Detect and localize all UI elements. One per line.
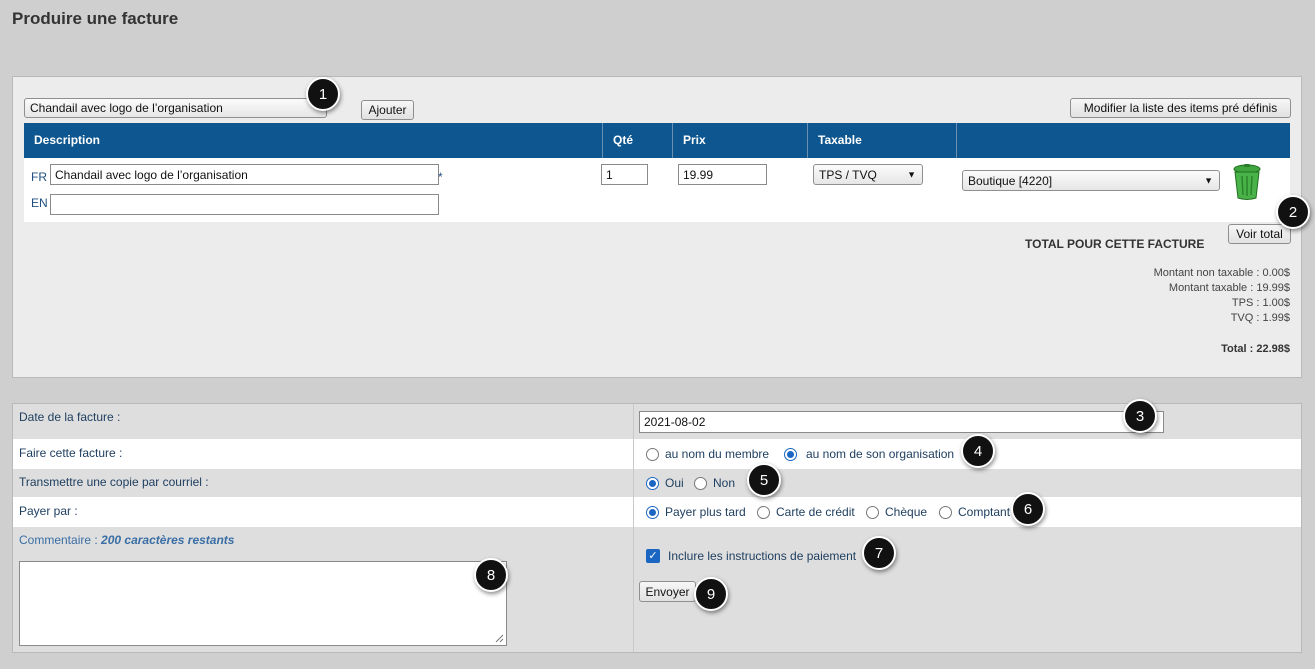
- price-input[interactable]: 19.99: [678, 164, 767, 185]
- radio-email-no-label[interactable]: Non: [713, 476, 735, 490]
- account-select-value: Boutique [4220]: [968, 173, 1053, 188]
- table-row: FR Chandail avec logo de l’organisation …: [24, 158, 1290, 222]
- invoice-date-input[interactable]: 2021-08-02: [639, 411, 1164, 433]
- callout-7: 7: [862, 536, 896, 570]
- column-divider: [633, 404, 634, 652]
- amount-taxable: Montant taxable : 19.99$: [1168, 282, 1290, 294]
- page-title: Produire une facture: [12, 9, 179, 28]
- callout-9: 9: [694, 577, 728, 611]
- comment-textarea[interactable]: [19, 561, 507, 646]
- required-marker: *: [438, 170, 443, 184]
- date-label: Date de la facture :: [19, 410, 121, 424]
- items-table-header: Description Qté Prix Taxable: [24, 123, 1290, 158]
- total-title: TOTAL POUR CETTE FACTURE: [1025, 237, 1205, 251]
- callout-8: 8: [474, 558, 508, 592]
- radio-credit-card-label[interactable]: Carte de crédit: [776, 505, 855, 519]
- amount-tps: TPS : 1.00$: [1231, 297, 1290, 309]
- lang-label-en: EN: [31, 196, 48, 210]
- radio-pay-later-label[interactable]: Payer plus tard: [665, 505, 746, 519]
- radio-credit-card[interactable]: [757, 506, 770, 519]
- radio-email-no[interactable]: [694, 477, 707, 490]
- chevron-down-icon: ▼: [907, 169, 916, 179]
- callout-5: 5: [747, 463, 781, 497]
- header-account: [956, 123, 1290, 158]
- radio-pay-later[interactable]: [646, 506, 659, 519]
- include-instructions-label[interactable]: Inclure les instructions de paiement: [668, 549, 856, 563]
- amount-non-taxable: Montant non taxable : 0.00$: [1153, 267, 1290, 279]
- predefined-item-select[interactable]: Chandail avec logo de l’organisation: [24, 98, 327, 118]
- radio-email-yes[interactable]: [646, 477, 659, 490]
- radio-organisation[interactable]: [784, 448, 797, 461]
- invoice-options-panel: Date de la facture : 2021-08-02 Faire ce…: [12, 403, 1302, 653]
- email-copy-label: Transmettre une copie par courriel :: [19, 475, 209, 489]
- callout-3: 3: [1123, 399, 1157, 433]
- account-select[interactable]: Boutique [4220] ▼: [962, 170, 1220, 191]
- chevron-down-icon: ▼: [1204, 175, 1213, 185]
- qty-input[interactable]: 1: [601, 164, 648, 185]
- header-taxable: Taxable: [807, 123, 956, 158]
- description-en-input[interactable]: [50, 194, 439, 215]
- submit-button[interactable]: Envoyer: [639, 581, 696, 602]
- predefined-item-select-value: Chandail avec logo de l’organisation: [30, 101, 223, 115]
- callout-1: 1: [306, 77, 340, 111]
- radio-cash[interactable]: [939, 506, 952, 519]
- pay-by-label: Payer par :: [19, 504, 78, 518]
- invoice-items-panel: Chandail avec logo de l’organisation Ajo…: [12, 76, 1302, 378]
- check-icon: ✓: [648, 550, 658, 562]
- edit-predefined-items-button[interactable]: Modifier la liste des items pré définis: [1070, 98, 1291, 118]
- radio-member-label[interactable]: au nom du membre: [665, 447, 769, 461]
- comment-remaining: 200 caractères restants: [101, 533, 235, 547]
- show-total-button[interactable]: Voir total: [1228, 224, 1291, 244]
- add-button[interactable]: Ajouter: [361, 100, 414, 120]
- callout-6: 6: [1011, 492, 1045, 526]
- radio-member[interactable]: [646, 448, 659, 461]
- radio-cheque[interactable]: [866, 506, 879, 519]
- radio-email-yes-label[interactable]: Oui: [665, 476, 684, 490]
- taxable-select-value: TPS / TVQ: [819, 167, 877, 182]
- radio-cheque-label[interactable]: Chèque: [885, 505, 927, 519]
- radio-organisation-label[interactable]: au nom de son organisation: [806, 447, 954, 461]
- description-fr-input[interactable]: Chandail avec logo de l’organisation: [50, 164, 439, 185]
- header-qty: Qté: [602, 123, 672, 158]
- taxable-select[interactable]: TPS / TVQ ▼: [813, 164, 923, 185]
- callout-4: 4: [961, 434, 995, 468]
- trash-icon[interactable]: [1230, 163, 1264, 201]
- amount-total: Total : 22.98$: [1221, 343, 1290, 355]
- make-for-label: Faire cette facture :: [19, 446, 123, 460]
- radio-cash-label[interactable]: Comptant: [958, 505, 1010, 519]
- header-description: Description: [34, 133, 101, 147]
- lang-label-fr: FR: [31, 170, 47, 184]
- include-instructions-checkbox[interactable]: ✓: [646, 549, 660, 563]
- callout-2: 2: [1276, 195, 1310, 229]
- header-price: Prix: [672, 123, 807, 158]
- comment-label: Commentaire : 200 caractères restants: [19, 533, 234, 547]
- comment-label-text: Commentaire :: [19, 533, 98, 547]
- resize-handle-icon[interactable]: [494, 633, 504, 643]
- amount-tvq: TVQ : 1.99$: [1230, 312, 1290, 324]
